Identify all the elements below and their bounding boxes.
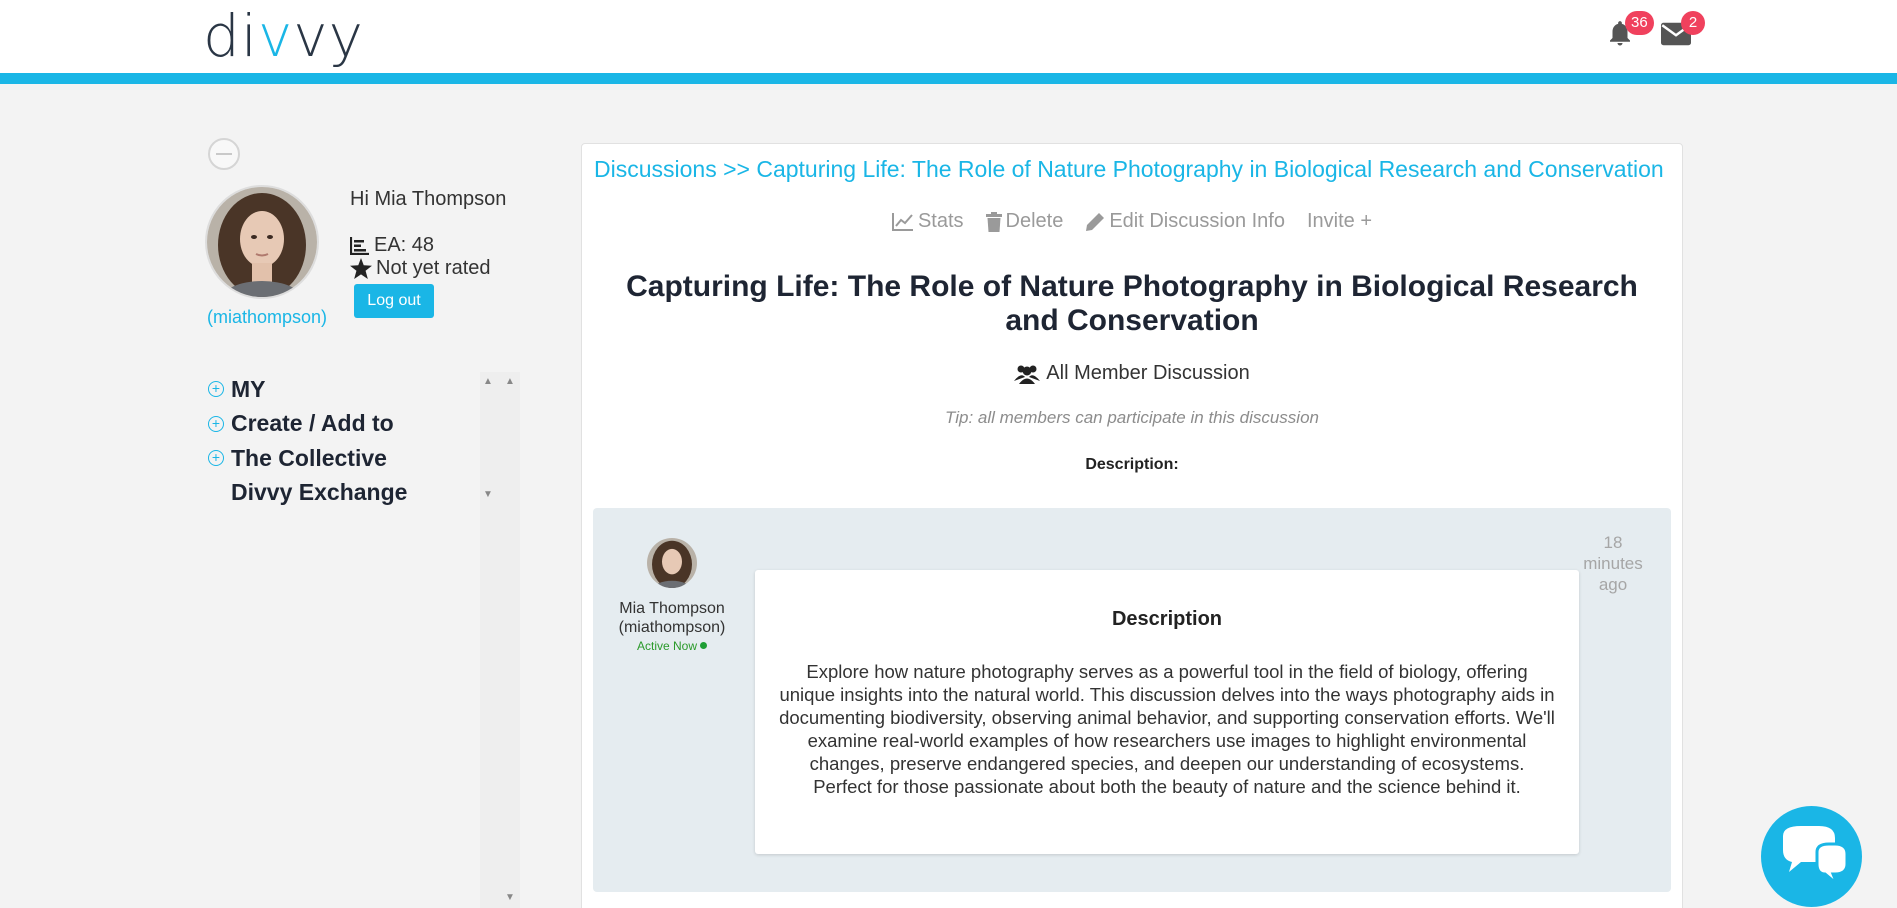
delete-label: Delete bbox=[1005, 210, 1064, 232]
poster-photo-icon bbox=[647, 538, 697, 588]
profile-avatar[interactable] bbox=[205, 185, 319, 299]
trash-icon bbox=[985, 211, 1002, 232]
bar-chart-icon bbox=[350, 236, 369, 255]
poster-username: (miathompson) bbox=[618, 619, 726, 636]
sidebar-scrollbar[interactable]: ▲ ▲ ▼ ▼ bbox=[480, 372, 520, 908]
header-accent-stripe bbox=[0, 73, 1897, 84]
top-header: divvy 36 2 bbox=[0, 0, 1897, 73]
invite-button[interactable]: Invite + bbox=[1307, 210, 1372, 233]
scroll-up-arrow-icon[interactable]: ▲ bbox=[505, 376, 515, 387]
notifications-button[interactable]: 36 bbox=[1605, 11, 1654, 48]
sidebar-item-label: MY bbox=[231, 375, 266, 402]
sidebar-item-collective[interactable]: + The Collective bbox=[208, 441, 498, 476]
sidebar-item-label: The Collective bbox=[231, 444, 387, 471]
messages-button[interactable]: 2 bbox=[1661, 11, 1705, 46]
expand-plus-icon[interactable]: + bbox=[208, 381, 224, 398]
divvy-logo[interactable]: divvy bbox=[203, 2, 364, 70]
stats-button[interactable]: Stats bbox=[891, 210, 964, 233]
expand-plus-icon[interactable]: + bbox=[208, 450, 224, 467]
profile-photo-icon bbox=[207, 187, 317, 297]
participation-tip: Tip: all members can participate in this… bbox=[944, 408, 1319, 427]
chat-button[interactable] bbox=[1761, 806, 1862, 907]
online-dot-icon bbox=[700, 642, 708, 649]
discussion-type-label: All Member Discussion bbox=[1046, 362, 1250, 384]
active-status-text: Active Now bbox=[636, 639, 698, 653]
collapse-sidebar-button[interactable] bbox=[208, 138, 240, 170]
star-icon bbox=[350, 258, 372, 279]
discussion-actions: Stats Delete Edit Discussion Info Invite… bbox=[582, 210, 1682, 233]
ea-score: EA: 48 bbox=[350, 234, 434, 257]
scroll-down-arrow-icon[interactable]: ▼ bbox=[505, 892, 515, 903]
expand-plus-icon[interactable]: + bbox=[208, 415, 224, 432]
edit-label: Edit Discussion Info bbox=[1109, 210, 1285, 232]
breadcrumb[interactable]: Discussions >> Capturing Life: The Role … bbox=[594, 156, 1664, 183]
notifications-badge: 36 bbox=[1625, 11, 1654, 35]
post-content-box: Description Explore how nature photograp… bbox=[755, 570, 1579, 854]
scroll-up-arrow-icon[interactable]: ▲ bbox=[483, 376, 493, 387]
discussion-type: All Member Discussion bbox=[582, 362, 1682, 385]
logout-button[interactable]: Log out bbox=[354, 284, 434, 318]
rating-text: Not yet rated bbox=[376, 257, 491, 279]
greeting-text: Hi Mia Thompson bbox=[350, 188, 507, 210]
post-timestamp: 18 minutes ago bbox=[1583, 533, 1643, 594]
sidebar-item-my[interactable]: + MY bbox=[208, 372, 498, 407]
description-label: Description: bbox=[1085, 456, 1179, 473]
delete-button[interactable]: Delete bbox=[985, 210, 1064, 233]
post-body: Explore how nature photography serves as… bbox=[779, 661, 1555, 797]
poster-name[interactable]: Mia Thompson (miathompson) bbox=[603, 599, 741, 637]
sidebar-item-divvy-exchange[interactable]: Divvy Exchange bbox=[208, 476, 498, 511]
ea-score-text: EA: 48 bbox=[374, 234, 435, 256]
line-chart-icon bbox=[891, 212, 913, 231]
discussion-title: Capturing Life: The Role of Nature Photo… bbox=[626, 270, 1638, 337]
sidebar-menu: + MY + Create / Add to + The Collective … bbox=[208, 372, 498, 510]
edit-discussion-button[interactable]: Edit Discussion Info bbox=[1085, 210, 1285, 233]
post-container: Mia Thompson (miathompson) Active Now 18… bbox=[593, 508, 1671, 892]
active-status: Active Now bbox=[603, 639, 741, 653]
messages-badge: 2 bbox=[1681, 11, 1705, 35]
scroll-down-arrow-icon[interactable]: ▼ bbox=[483, 489, 493, 500]
stats-label: Stats bbox=[917, 210, 964, 232]
profile-username-link[interactable]: (miathompson) bbox=[207, 307, 327, 328]
users-icon bbox=[1014, 365, 1041, 384]
poster-display-name: Mia Thompson bbox=[619, 600, 725, 617]
poster-avatar[interactable] bbox=[647, 538, 697, 588]
sidebar-item-create[interactable]: + Create / Add to bbox=[208, 407, 498, 442]
pencil-icon bbox=[1086, 212, 1105, 231]
chat-bubbles-icon bbox=[1783, 826, 1849, 886]
sidebar-item-label: Create / Add to bbox=[231, 410, 394, 437]
post-title: Description bbox=[1111, 608, 1223, 630]
discussion-card: Discussions >> Capturing Life: The Role … bbox=[581, 143, 1683, 908]
rating: Not yet rated bbox=[350, 257, 491, 280]
sidebar-item-label: Divvy Exchange bbox=[231, 479, 408, 506]
